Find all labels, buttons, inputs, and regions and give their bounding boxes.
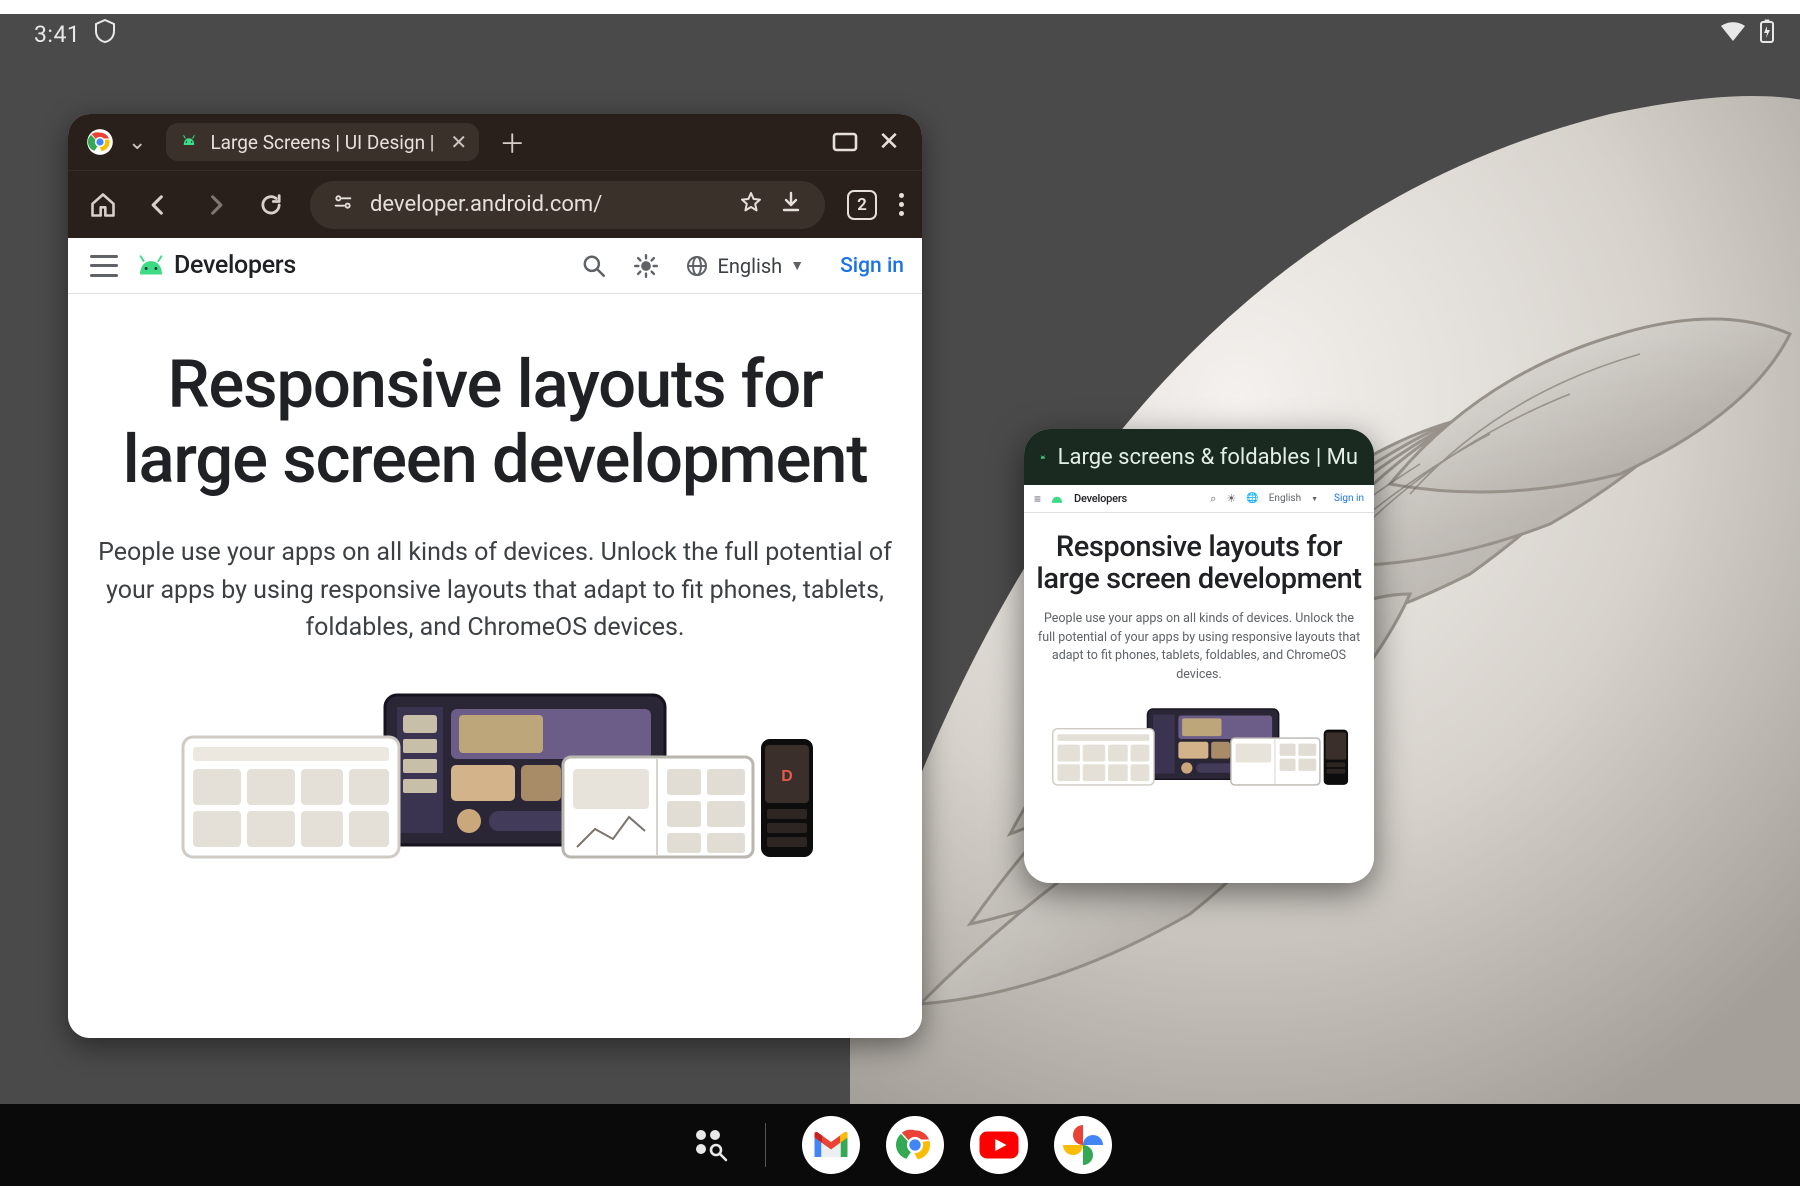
app-drawer-icon[interactable] [689, 1123, 729, 1167]
mini-hero-title: Responsive layouts for large screen deve… [1036, 531, 1362, 596]
taskbar [0, 1104, 1800, 1186]
download-icon[interactable] [779, 190, 803, 220]
youtube-app-icon[interactable] [970, 1116, 1028, 1174]
mini-preview-card[interactable]: Large screens & foldables | Mu ≡ Develop… [1024, 429, 1374, 883]
hero-section: Responsive layouts for large screen deve… [68, 294, 922, 859]
home-button[interactable] [86, 188, 120, 222]
mini-brand-text: Developers [1074, 492, 1127, 505]
mini-titlebar[interactable]: Large screens & foldables | Mu [1024, 429, 1374, 485]
mini-title-text: Large screens & foldables | Mu [1058, 445, 1358, 470]
language-label: English [717, 254, 782, 278]
taskbar-divider [765, 1123, 766, 1167]
forward-button[interactable] [198, 188, 232, 222]
android-head-icon [1050, 494, 1064, 504]
android-head-icon [1040, 447, 1046, 467]
overflow-menu-icon[interactable] [899, 193, 904, 216]
window-close-button[interactable]: ✕ [874, 129, 904, 155]
bookmark-star-icon[interactable] [739, 190, 763, 220]
signin-link[interactable]: Sign in [840, 254, 904, 278]
android-head-icon [180, 133, 198, 151]
chrome-menu-chevron-icon[interactable]: ⌄ [128, 130, 146, 155]
language-selector[interactable]: English ▼ [685, 254, 804, 278]
gmail-app-icon[interactable] [802, 1116, 860, 1174]
chrome-app-icon[interactable] [886, 1116, 944, 1174]
hero-title: Responsive layouts for large screen deve… [96, 348, 894, 498]
window-titlebar[interactable]: ⌄ Large Screens | UI Design | ✕ ＋ ✕ [68, 114, 922, 170]
hamburger-menu-icon[interactable] [90, 255, 118, 277]
globe-icon: 🌐 [1246, 493, 1258, 504]
site-header: Developers English ▼ Sign in [68, 238, 922, 294]
chrome-window[interactable]: ⌄ Large Screens | UI Design | ✕ ＋ ✕ [68, 114, 922, 1038]
hamburger-menu-icon[interactable]: ≡ [1034, 492, 1040, 506]
dropdown-caret-icon: ▼ [1311, 495, 1318, 503]
theme-toggle-icon[interactable]: ☀ [1226, 492, 1236, 505]
reload-button[interactable] [254, 188, 288, 222]
mini-devices-illustration [1036, 703, 1362, 789]
developers-logo[interactable]: Developers [136, 251, 296, 280]
theme-toggle-icon[interactable] [629, 249, 663, 283]
search-icon[interactable]: ⌕ [1210, 492, 1216, 506]
dropdown-caret-icon: ▼ [790, 257, 804, 274]
browser-tab[interactable]: Large Screens | UI Design | ✕ [166, 123, 479, 161]
tab-count-button[interactable]: 2 [847, 190, 877, 220]
wifi-icon [1720, 21, 1746, 48]
battery-icon [1760, 19, 1774, 49]
hero-devices-illustration: D [96, 689, 894, 859]
photos-app-icon[interactable] [1054, 1116, 1112, 1174]
svg-text:D: D [781, 768, 793, 785]
mini-language-label[interactable]: English [1269, 493, 1301, 504]
address-bar[interactable]: developer.android.com/ [310, 181, 825, 229]
search-icon[interactable] [577, 249, 611, 283]
window-maximize-button[interactable] [830, 129, 860, 155]
mini-hero-body: People use your apps on all kinds of dev… [1036, 610, 1362, 685]
browser-toolbar: developer.android.com/ 2 [68, 170, 922, 238]
status-time: 3:41 [34, 21, 80, 48]
mini-signin-link[interactable]: Sign in [1334, 493, 1364, 504]
page-content[interactable]: Developers English ▼ Sign in [68, 238, 922, 1038]
mini-site-header: ≡ Developers ⌕ ☀ 🌐 English ▼ Sign in [1024, 485, 1374, 513]
site-settings-icon[interactable] [332, 191, 354, 219]
url-text: developer.android.com/ [370, 192, 723, 217]
tab-title: Large Screens | UI Design | [210, 131, 434, 154]
hero-body: People use your apps on all kinds of dev… [96, 534, 894, 647]
chrome-logo-icon [86, 128, 114, 156]
status-bar: 3:41 [0, 14, 1800, 54]
shield-icon [94, 19, 116, 49]
tab-close-icon[interactable]: ✕ [450, 130, 467, 154]
developers-brand-text: Developers [174, 251, 296, 280]
new-tab-button[interactable]: ＋ [499, 124, 525, 161]
back-button[interactable] [142, 188, 176, 222]
